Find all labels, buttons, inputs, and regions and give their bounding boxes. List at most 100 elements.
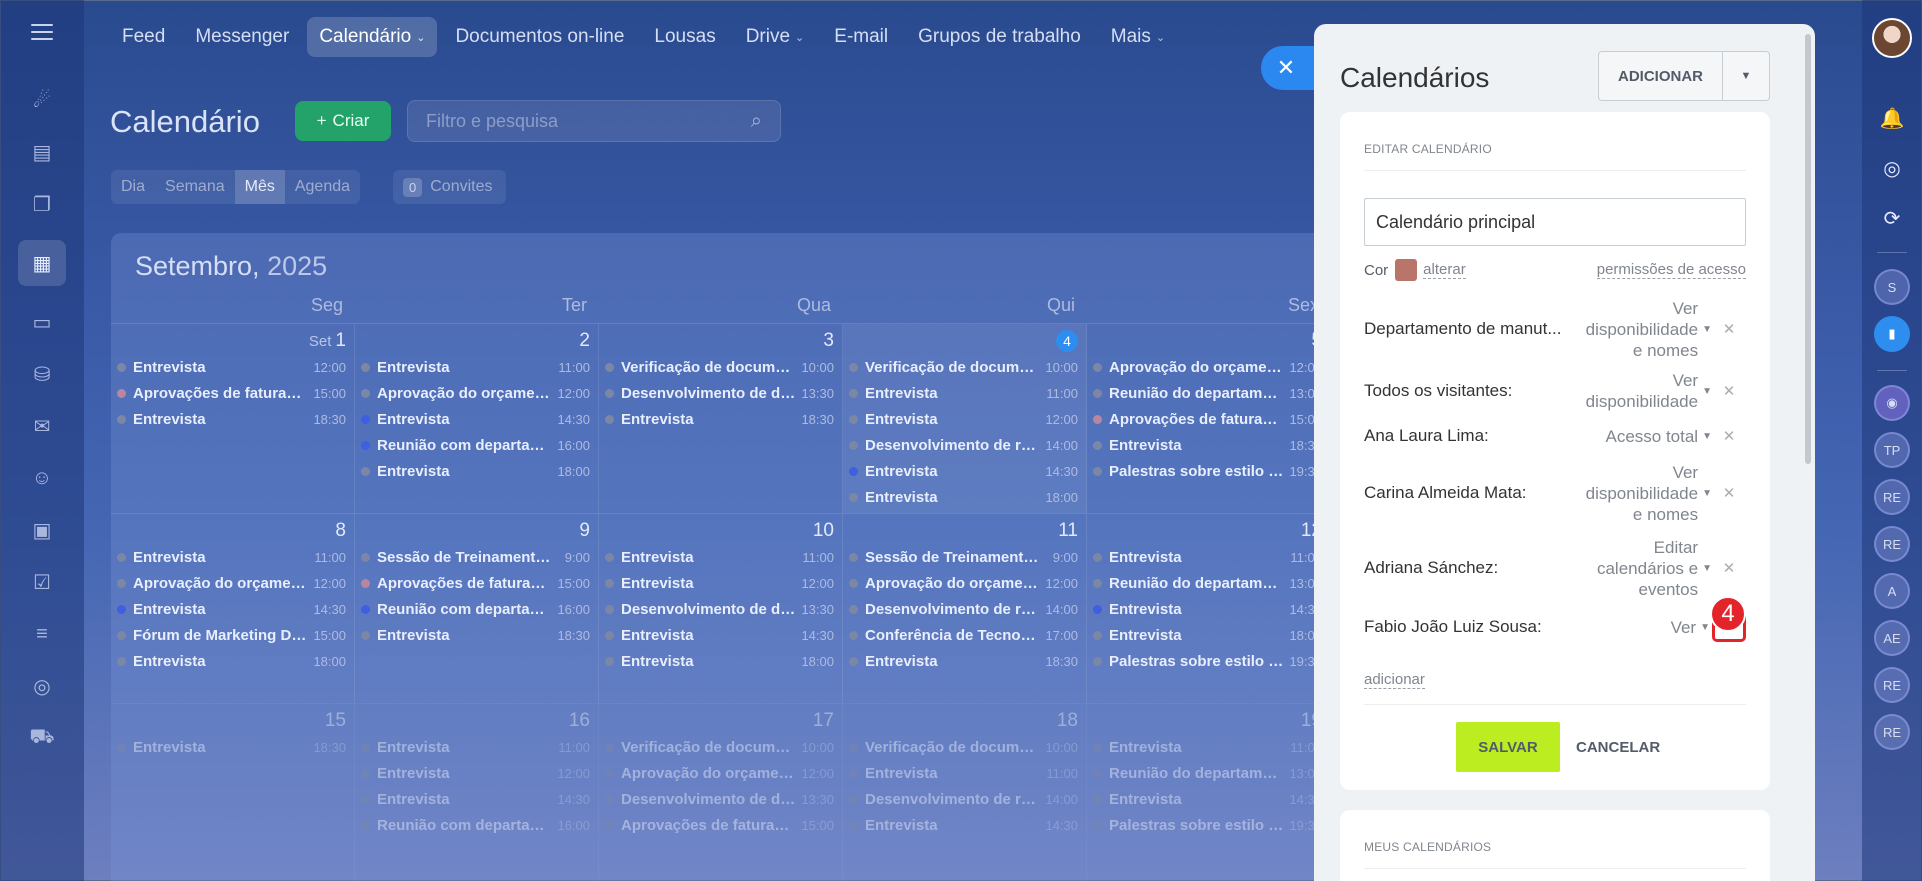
- day-cell[interactable]: 8 Entrevista 11:00 Aprovação do orçament...…: [111, 514, 355, 703]
- calendar-event[interactable]: Entrevista 18:30: [117, 406, 346, 432]
- calendar-event[interactable]: Entrevista 18:00: [1093, 622, 1322, 648]
- calendar-event[interactable]: Entrevista 18:00: [605, 648, 834, 674]
- calendar-event[interactable]: Entrevista 14:30: [1093, 786, 1322, 812]
- calendar-event[interactable]: Desenvolvimento de do... 13:30: [605, 786, 834, 812]
- calendar-event[interactable]: Reunião do departamen... 13:00: [1093, 380, 1322, 406]
- day-cell[interactable]: 10 Entrevista 11:00 Entrevista 12:00 Desenvol…: [599, 514, 843, 703]
- calendar-event[interactable]: Aprovações de faturas d... 15:00: [1093, 406, 1322, 432]
- calendar-event[interactable]: Desenvolvimento de reg... 14:00: [849, 596, 1078, 622]
- remove-access-button[interactable]: ✕: [1712, 320, 1746, 338]
- calendar-event[interactable]: Entrevista 14:30: [117, 596, 346, 622]
- tab-semana[interactable]: Semana: [155, 170, 235, 204]
- calendar-event[interactable]: Desenvolvimento de reg... 14:00: [849, 786, 1078, 812]
- calendar-event[interactable]: Verificação de documen... 10:00: [605, 734, 834, 760]
- calendar-event[interactable]: Entrevista 18:30: [605, 406, 834, 432]
- day-cell[interactable]: 9 Sessão de Treinamento d... 9:00 Aprovaçõe…: [355, 514, 599, 703]
- nav-item-mais[interactable]: Mais ⌄: [1099, 17, 1177, 57]
- calendar-name-input[interactable]: [1364, 198, 1746, 246]
- calendar-event[interactable]: Entrevista 18:30: [1093, 432, 1322, 458]
- calendar-event[interactable]: Entrevista 11:00: [849, 760, 1078, 786]
- calendar-event[interactable]: Desenvolvimento de do... 13:30: [605, 380, 834, 406]
- checklist-icon[interactable]: ☑: [18, 566, 66, 598]
- calendar-event[interactable]: Entrevista 12:00: [361, 760, 590, 786]
- day-cell[interactable]: 19 Entrevista 11:00 Reunião do departamen..…: [1087, 704, 1331, 881]
- calendar-event[interactable]: Aprovação do orçament... 12:00: [849, 570, 1078, 596]
- remove-access-button[interactable]: ✕: [1712, 382, 1746, 400]
- calendar-event[interactable]: Reunião com departam... 16:00: [361, 432, 590, 458]
- calendar-event[interactable]: Entrevista 14:30: [849, 458, 1078, 484]
- day-cell[interactable]: 18 Verificação de documen... 10:00 Entrevis…: [843, 704, 1087, 881]
- cart-icon[interactable]: ⛟: [18, 722, 66, 754]
- bookmark-icon[interactable]: ▮: [1874, 316, 1910, 352]
- calendar-event[interactable]: Aprovação do orçament... 12:00: [605, 760, 834, 786]
- calendar-event[interactable]: Entrevista 11:00: [1093, 544, 1322, 570]
- calendar-event[interactable]: Sessão de Treinamento d... 9:00: [849, 544, 1078, 570]
- remove-access-button[interactable]: ✕: [1712, 427, 1746, 445]
- mail-icon[interactable]: ✉: [18, 410, 66, 442]
- calendar-event[interactable]: Entrevista 12:00: [117, 354, 346, 380]
- calendar-event[interactable]: Entrevista 14:30: [361, 406, 590, 432]
- color-change-link[interactable]: alterar: [1423, 261, 1466, 279]
- calendar-event[interactable]: Entrevista 11:00: [117, 544, 346, 570]
- access-level-select[interactable]: Ver disponibilidade e nomes ▼: [1572, 462, 1712, 525]
- calendar-event[interactable]: Entrevista 11:00: [1093, 734, 1322, 760]
- access-permissions-link[interactable]: permissões de acesso: [1596, 261, 1746, 279]
- calendar-event[interactable]: Entrevista 12:00: [605, 570, 834, 596]
- calendar-event[interactable]: Entrevista 18:30: [361, 622, 590, 648]
- panel-scrollbar[interactable]: [1805, 34, 1811, 464]
- document-icon[interactable]: ▭: [18, 306, 66, 338]
- calendar-event[interactable]: Palestras sobre estilo de... 19:30: [1093, 812, 1322, 838]
- nav-item-calend-rio[interactable]: Calendário ⌄: [307, 17, 438, 57]
- calendar-event[interactable]: Entrevista 18:00: [849, 484, 1078, 510]
- groups-icon[interactable]: ▣: [18, 514, 66, 546]
- access-level-select[interactable]: Ver ▼: [1570, 617, 1710, 638]
- nav-item-feed[interactable]: Feed: [110, 17, 177, 57]
- tasks-icon[interactable]: ▤: [18, 136, 66, 168]
- calendar-event[interactable]: Entrevista 14:30: [1093, 596, 1322, 622]
- save-button[interactable]: SALVAR: [1456, 722, 1560, 772]
- nav-item-documentos-on-line[interactable]: Documentos on-line: [443, 17, 636, 57]
- calendar-event[interactable]: Entrevista 14:30: [605, 622, 834, 648]
- calendar-event[interactable]: Entrevista 11:00: [361, 734, 590, 760]
- day-cell[interactable]: 4 Verificação de documen... 10:00 Entrevist…: [843, 324, 1087, 513]
- access-level-select[interactable]: Ver disponibilidade e nomes ▼: [1572, 298, 1712, 361]
- sync-icon[interactable]: ⟳: [1874, 200, 1910, 236]
- target-icon[interactable]: ◎: [1874, 150, 1910, 186]
- nav-item-messenger[interactable]: Messenger: [183, 17, 301, 57]
- tab-agenda[interactable]: Agenda: [285, 170, 360, 204]
- access-level-select[interactable]: Ver disponibilidade ▼: [1572, 370, 1712, 412]
- calendar-event[interactable]: Entrevista 14:30: [361, 786, 590, 812]
- calendar-event[interactable]: Palestras sobre estilo de... 19:30: [1093, 458, 1322, 484]
- access-level-select[interactable]: Acesso total ▼: [1572, 426, 1712, 447]
- calendar-icon[interactable]: ▦: [18, 240, 66, 286]
- user-avatar[interactable]: TP: [1874, 432, 1910, 468]
- nav-item-drive[interactable]: Drive ⌄: [734, 17, 817, 57]
- day-cell[interactable]: 16 Entrevista 11:00 Entrevista 12:00 Entrevis…: [355, 704, 599, 881]
- calendar-event[interactable]: Entrevista 11:00: [361, 354, 590, 380]
- user-avatar[interactable]: RE: [1874, 667, 1910, 703]
- access-level-select[interactable]: Editar calendários e eventos ▼: [1572, 537, 1712, 600]
- user-avatar[interactable]: S: [1874, 269, 1910, 305]
- calendar-event[interactable]: Conferência de Tecnolo... 17:00: [849, 622, 1078, 648]
- calendar-event[interactable]: Reunião com departam... 16:00: [361, 596, 590, 622]
- calendar-event[interactable]: Aprovações de faturas d... 15:00: [605, 812, 834, 838]
- nav-item-grupos-de-trabalho[interactable]: Grupos de trabalho: [906, 17, 1093, 57]
- calendar-event[interactable]: Entrevista 12:00: [849, 406, 1078, 432]
- search-input[interactable]: [426, 110, 751, 132]
- calendar-event[interactable]: Entrevista 18:00: [117, 648, 346, 674]
- chat-avatar[interactable]: ◉: [1874, 385, 1910, 421]
- calendar-event[interactable]: Aprovação do orçament... 12:00: [117, 570, 346, 596]
- tab-mês[interactable]: Mês: [234, 170, 285, 204]
- close-panel-button[interactable]: ✕: [1261, 46, 1319, 90]
- color-swatch[interactable]: [1395, 259, 1418, 281]
- day-cell[interactable]: Set 1 Entrevista 12:00 Aprovações de faturas…: [111, 324, 355, 513]
- contacts-icon[interactable]: ☺: [18, 462, 66, 494]
- calendar-event[interactable]: Verificação de documen... 10:00: [849, 354, 1078, 380]
- day-cell[interactable]: 11 Sessão de Treinamento d... 9:00 Aprovaçã…: [843, 514, 1087, 703]
- calendar-event[interactable]: Verificação de documen... 10:00: [849, 734, 1078, 760]
- add-access-link[interactable]: adicionar: [1364, 672, 1425, 689]
- remove-access-button[interactable]: ✕: [1712, 559, 1746, 577]
- tab-dia[interactable]: Dia: [111, 170, 155, 204]
- calendar-event[interactable]: Desenvolvimento de do... 13:30: [605, 596, 834, 622]
- pulse-icon[interactable]: ☄: [18, 84, 66, 116]
